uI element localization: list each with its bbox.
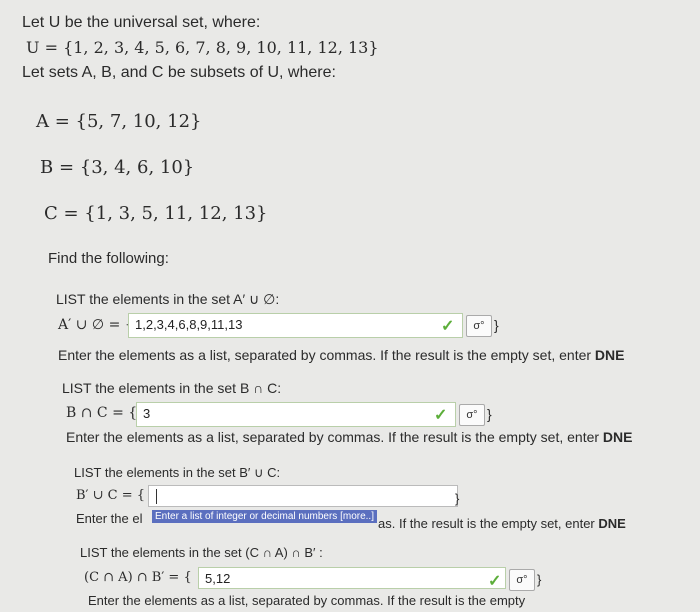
- q2-equation-editor-icon[interactable]: σ°: [459, 404, 485, 426]
- q4-equation-editor-icon[interactable]: σ°: [509, 569, 535, 591]
- q2-lhs: B ∩ C = {: [66, 405, 138, 421]
- q4-close-brace: }: [537, 572, 542, 587]
- q2-answer-field[interactable]: 3: [136, 402, 456, 427]
- text-cursor: [156, 489, 157, 504]
- q1-check-icon: ✓: [441, 318, 455, 335]
- q4-prompt: LIST the elements in the set (C ∩ A) ∩ B…: [80, 545, 323, 560]
- intro-line-1: Let U be the universal set, where:: [22, 14, 261, 31]
- q2-instructions: Enter the elements as a list, separated …: [66, 429, 633, 445]
- set-b: B = {3, 4, 6, 10}: [40, 157, 195, 178]
- q4-check-icon: ✓: [488, 573, 502, 590]
- universal-set: U = {1, 2, 3, 4, 5, 6, 7, 8, 9, 10, 11, …: [26, 38, 379, 57]
- q4-instructions: Enter the elements as a list, separated …: [88, 593, 526, 608]
- q1-instructions: Enter the elements as a list, separated …: [58, 347, 625, 363]
- q1-answer-field[interactable]: 1,2,3,4,6,8,9,11,13: [128, 313, 463, 338]
- q4-answer-field[interactable]: 5,12: [198, 567, 506, 589]
- q3-instructions-left: Enter the el: [76, 511, 143, 526]
- q1-lhs: A′ ∪ ∅ = {: [58, 317, 134, 333]
- find-heading: Find the following:: [48, 250, 169, 267]
- input-hint-tooltip: Enter a list of integer or decimal numbe…: [152, 510, 377, 523]
- q4-lhs: (C ∩ A) ∩ B′ = {: [84, 570, 192, 585]
- q1-prompt: LIST the elements in the set A′ ∪ ∅:: [56, 291, 280, 307]
- set-a: A = {5, 7, 10, 12}: [36, 111, 202, 132]
- q3-answer-field[interactable]: [148, 485, 458, 507]
- q2-close-brace: }: [487, 406, 492, 422]
- q2-check-icon: ✓: [434, 407, 448, 424]
- set-c: C = {1, 3, 5, 11, 12, 13}: [44, 203, 268, 224]
- intro-line-3: Let sets A, B, and C be subsets of U, wh…: [22, 64, 336, 81]
- q3-close-brace: }: [455, 491, 460, 506]
- q1-close-brace: }: [494, 317, 499, 333]
- q3-instructions-right: as. If the result is the empty set, ente…: [378, 516, 626, 531]
- q2-prompt: LIST the elements in the set B ∩ C:: [62, 380, 282, 396]
- q3-prompt: LIST the elements in the set B′ ∪ C:: [74, 465, 281, 480]
- q1-equation-editor-icon[interactable]: σ°: [466, 315, 492, 337]
- q3-lhs: B′ ∪ C = {: [76, 488, 146, 503]
